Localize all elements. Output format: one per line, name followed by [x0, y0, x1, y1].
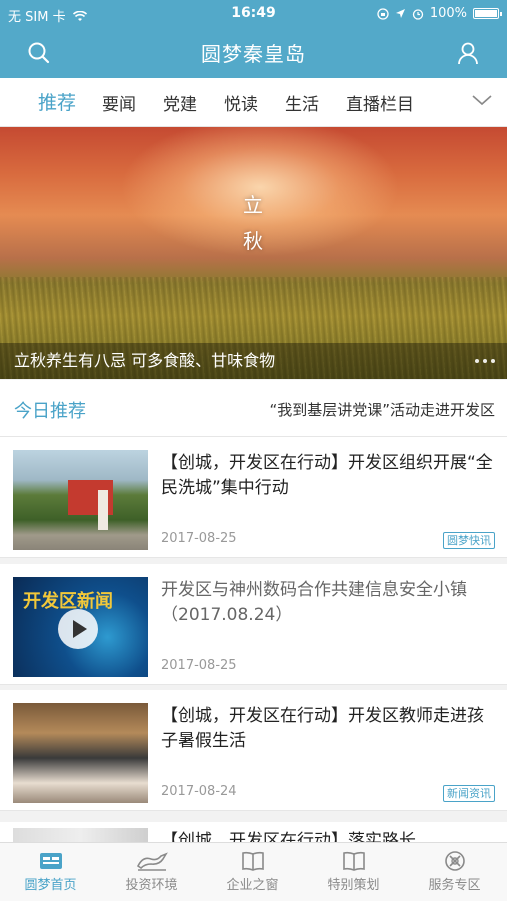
- nav-label: 服务专区: [428, 878, 481, 893]
- chevron-down-icon[interactable]: [471, 92, 493, 108]
- carousel-dot: [483, 359, 487, 363]
- nav-label: 投资环境: [125, 878, 178, 893]
- bottom-nav: 圆梦首页 投资环境 企业之窗 特别策划 服务专区: [0, 842, 507, 901]
- news-title: 开发区与神州数码合作共建信息安全小镇（2017.08.24）: [161, 580, 467, 625]
- tab-news[interactable]: 要闻: [102, 90, 136, 115]
- play-icon[interactable]: [58, 609, 98, 649]
- banner-overlay-char: 秋: [243, 229, 263, 253]
- news-tag: 新闻资讯: [443, 785, 495, 802]
- news-thumbnail: [13, 703, 148, 803]
- news-item-partial[interactable]: 【创城，开发区在行动】落实路长: [0, 822, 507, 842]
- nav-label: 特别策划: [327, 878, 380, 893]
- news-thumbnail: [13, 828, 148, 842]
- nav-home[interactable]: 圆梦首页: [0, 843, 101, 901]
- news-date: 2017-08-24: [161, 784, 237, 799]
- thumb-brand-text: 开发区新闻: [23, 591, 113, 612]
- nav-label: 企业之窗: [226, 878, 279, 893]
- banner-overlay-char: 立: [243, 193, 263, 217]
- nav-label: 圆梦首页: [24, 878, 77, 893]
- status-right: 100%: [377, 6, 502, 21]
- banner-caption[interactable]: 立秋养生有八忌 可多食酸、甘味食物: [14, 347, 275, 371]
- news-thumbnail: [13, 450, 148, 550]
- tab-live[interactable]: 直播栏目: [346, 90, 414, 115]
- tab-party[interactable]: 党建: [163, 90, 197, 115]
- nav-enterprise[interactable]: 企业之窗: [202, 843, 303, 901]
- location-icon: [395, 9, 405, 18]
- battery-percent: 100%: [429, 6, 467, 21]
- carousel-dot: [475, 359, 479, 363]
- news-tag: 圆梦快讯: [443, 532, 495, 549]
- tab-recommend[interactable]: 推荐: [38, 88, 76, 115]
- category-tabs: 推荐 要闻 党建 悦读 生活 直播栏目: [0, 78, 507, 127]
- tab-reading[interactable]: 悦读: [224, 90, 258, 115]
- book-icon: [241, 851, 264, 871]
- carousel-dot: [491, 359, 495, 363]
- status-bar: 无 SIM 卡 16:49 100%: [0, 0, 507, 28]
- today-recommend-bar[interactable]: 今日推荐 “我到基层讲党课”活动走进开发区: [0, 380, 507, 437]
- news-title: 【创城，开发区在行动】开发区教师走进孩子暑假生活: [161, 706, 484, 751]
- open-book-icon: [342, 851, 365, 871]
- nav-investment[interactable]: 投资环境: [101, 843, 202, 901]
- today-headline[interactable]: “我到基层讲党课”活动走进开发区: [269, 399, 495, 420]
- horse-icon: [136, 852, 168, 871]
- news-item[interactable]: 【创城，开发区在行动】开发区教师走进孩子暑假生活 2017-08-24 新闻资讯: [0, 690, 507, 811]
- news-item[interactable]: 【创城，开发区在行动】开发区组织开展“全民洗城”集中行动 2017-08-25 …: [0, 437, 507, 558]
- news-title: 【创城，开发区在行动】落实路长: [161, 831, 416, 842]
- news-video-thumbnail: 开发区新闻: [13, 577, 148, 677]
- banner-carousel[interactable]: 立 秋 立秋养生有八忌 可多食酸、甘味食物: [0, 127, 507, 379]
- today-recommend-label: 今日推荐: [14, 401, 86, 422]
- service-icon: [444, 851, 465, 871]
- app-title: 圆梦秦皇岛: [201, 42, 306, 66]
- nav-service[interactable]: 服务专区: [404, 843, 505, 901]
- alarm-icon: [412, 8, 423, 20]
- home-news-icon: [39, 853, 62, 869]
- news-date: 2017-08-25: [161, 531, 237, 546]
- tab-life[interactable]: 生活: [285, 90, 319, 115]
- news-item[interactable]: 开发区新闻 开发区与神州数码合作共建信息安全小镇（2017.08.24） 201…: [0, 564, 507, 685]
- rotation-lock-icon: [377, 7, 389, 20]
- app-header: 圆梦秦皇岛: [0, 28, 507, 78]
- nav-special[interactable]: 特别策划: [303, 843, 404, 901]
- carousel-indicator: [475, 359, 495, 363]
- battery-icon: [473, 8, 502, 19]
- thumb-person: [98, 490, 108, 530]
- user-icon[interactable]: [455, 40, 481, 66]
- news-date: 2017-08-25: [161, 658, 237, 673]
- banner-overlay-text: 立 秋: [240, 187, 266, 259]
- news-title: 【创城，开发区在行动】开发区组织开展“全民洗城”集中行动: [161, 453, 493, 498]
